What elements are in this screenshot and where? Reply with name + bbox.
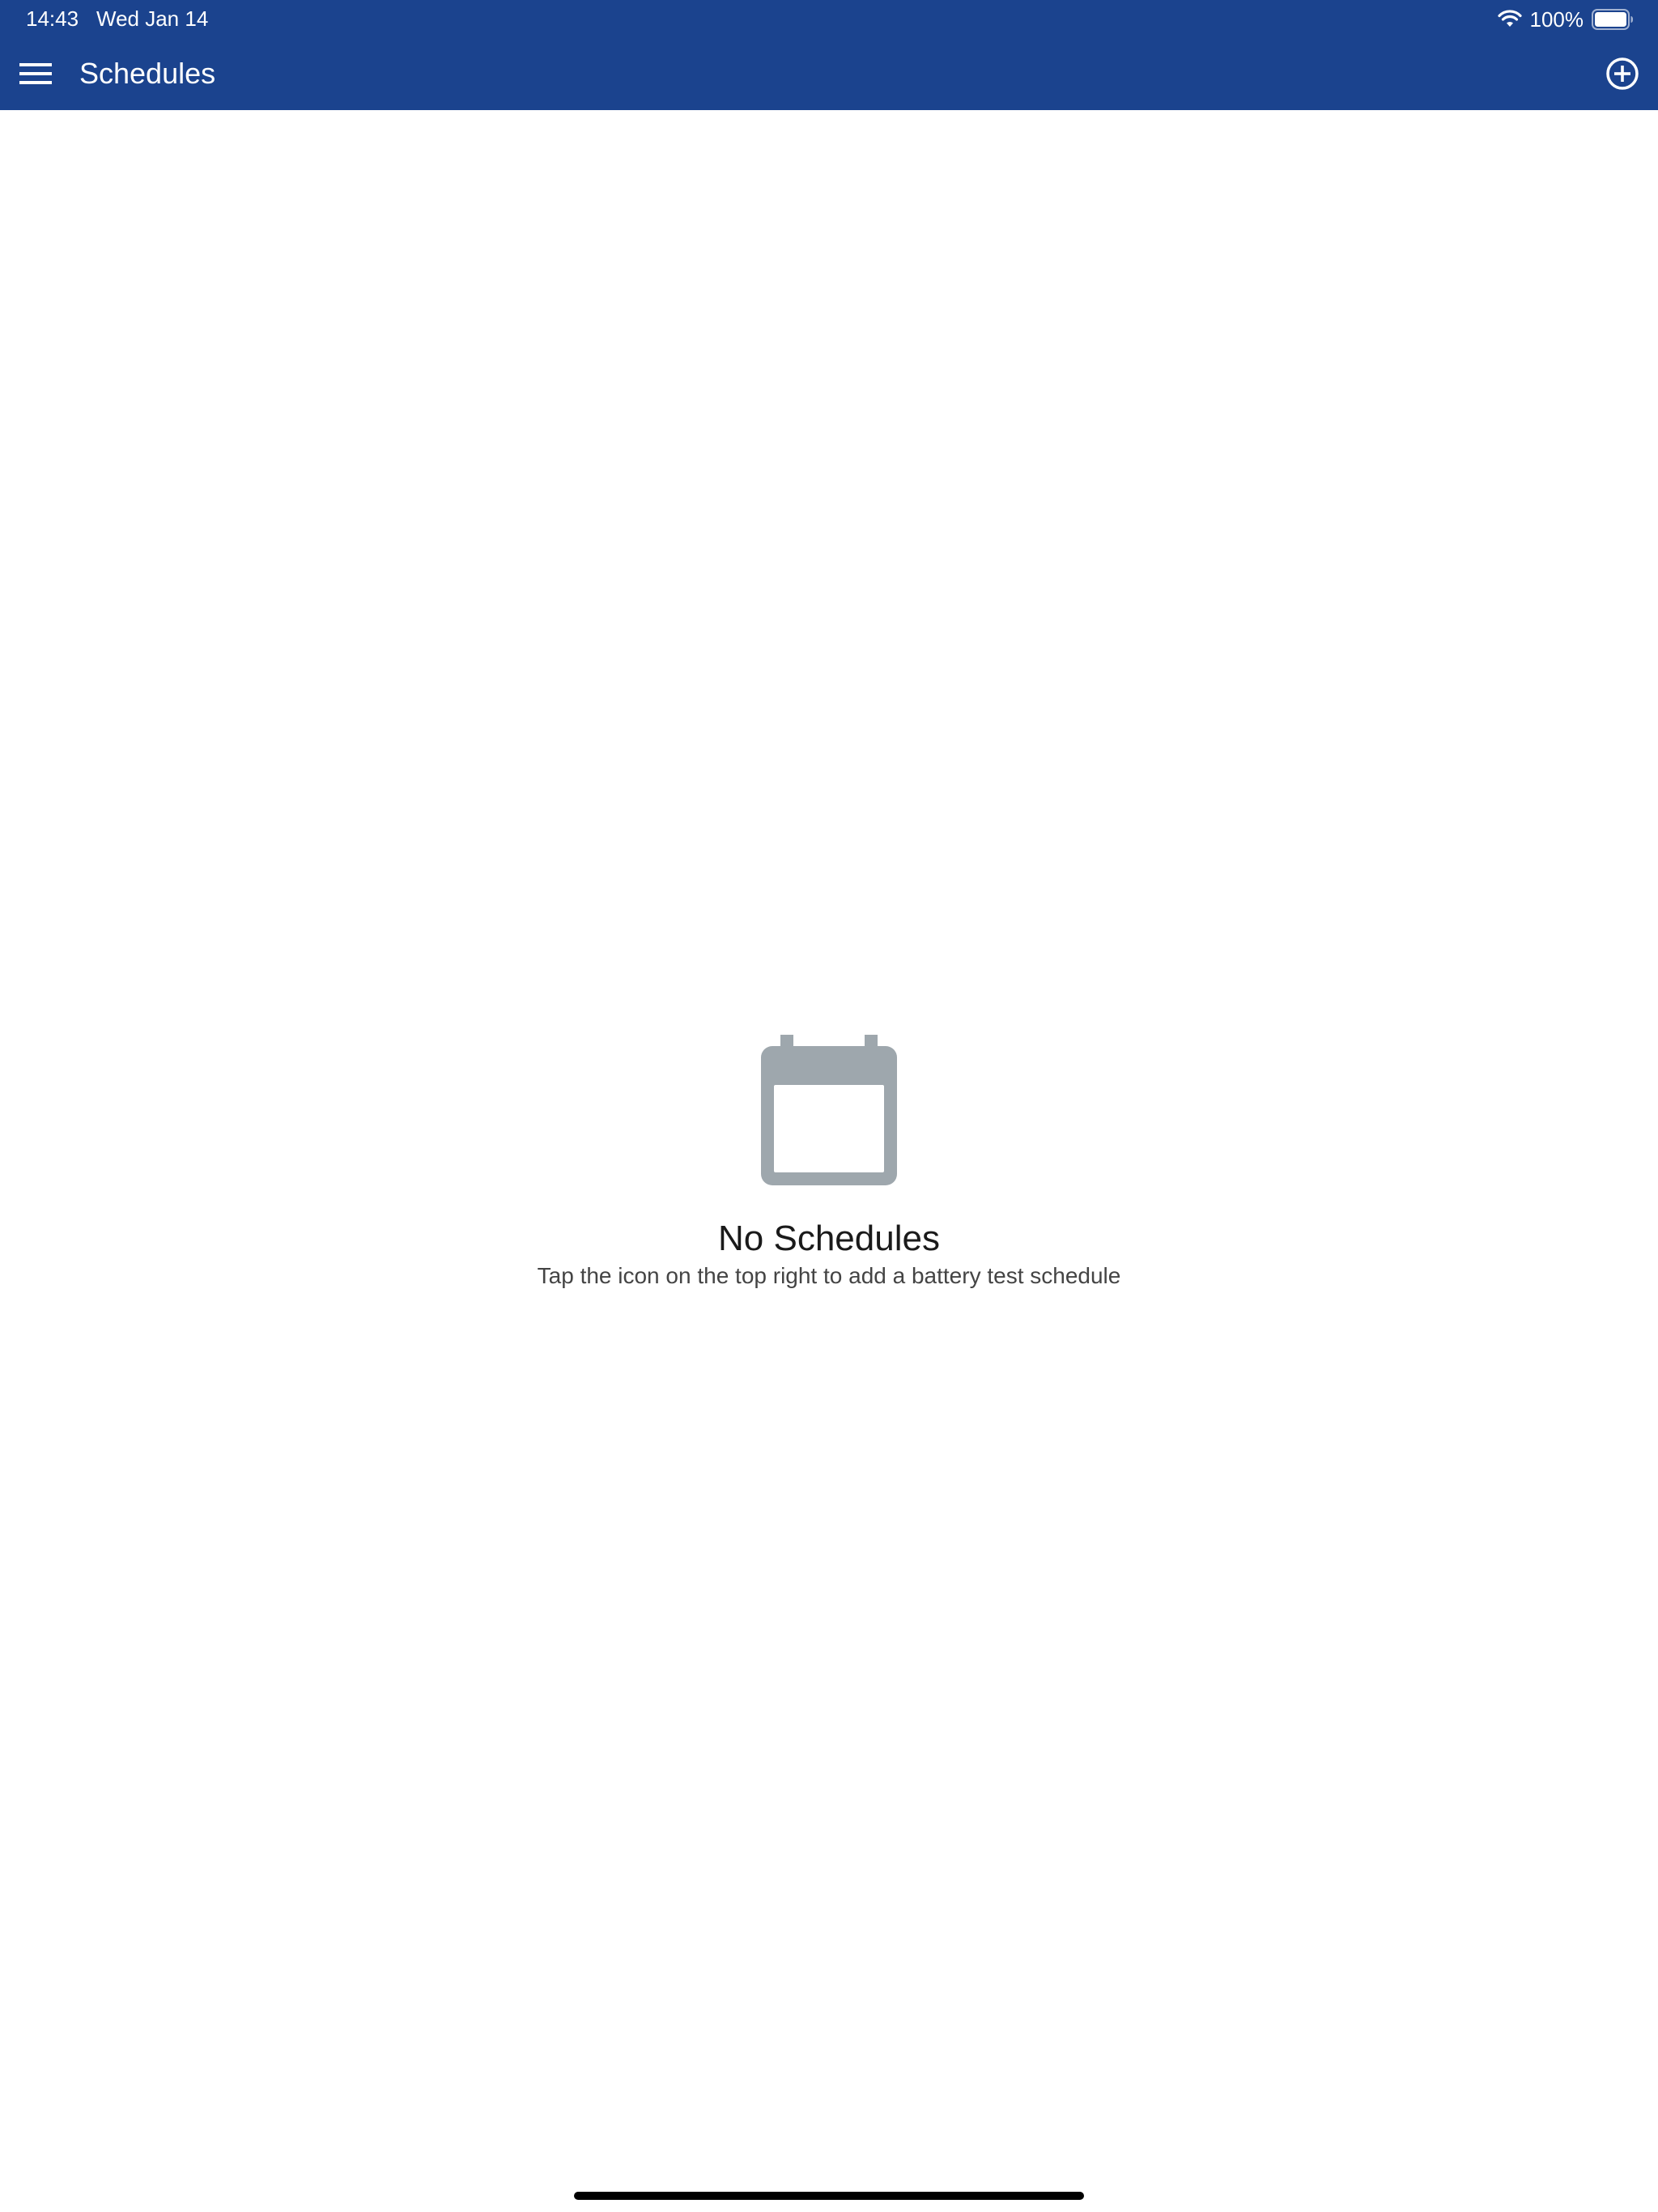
wifi-icon [1497, 10, 1522, 27]
empty-state-subtitle: Tap the icon on the top right to add a b… [537, 1263, 1121, 1288]
empty-state: No Schedules Tap the icon on the top rig… [0, 1035, 1658, 1291]
status-time: 14:43 [26, 6, 79, 31]
home-indicator[interactable] [574, 2192, 1084, 2200]
plus-circle-icon [1606, 57, 1639, 90]
app-bar: Schedules [0, 37, 1658, 110]
hamburger-menu-icon [19, 63, 52, 84]
status-date: Wed Jan 14 [96, 6, 209, 31]
empty-state-title: No Schedules [718, 1219, 940, 1258]
menu-button[interactable] [16, 54, 55, 93]
status-indicators: 100% [1497, 5, 1635, 34]
status-bar: 14:43 Wed Jan 14 100% [0, 0, 1658, 37]
battery-full-icon [1592, 9, 1633, 30]
battery-percentage: 100% [1529, 7, 1584, 32]
calendar-icon [761, 1035, 897, 1185]
add-schedule-button[interactable] [1603, 54, 1642, 93]
page-title: Schedules [79, 57, 216, 90]
